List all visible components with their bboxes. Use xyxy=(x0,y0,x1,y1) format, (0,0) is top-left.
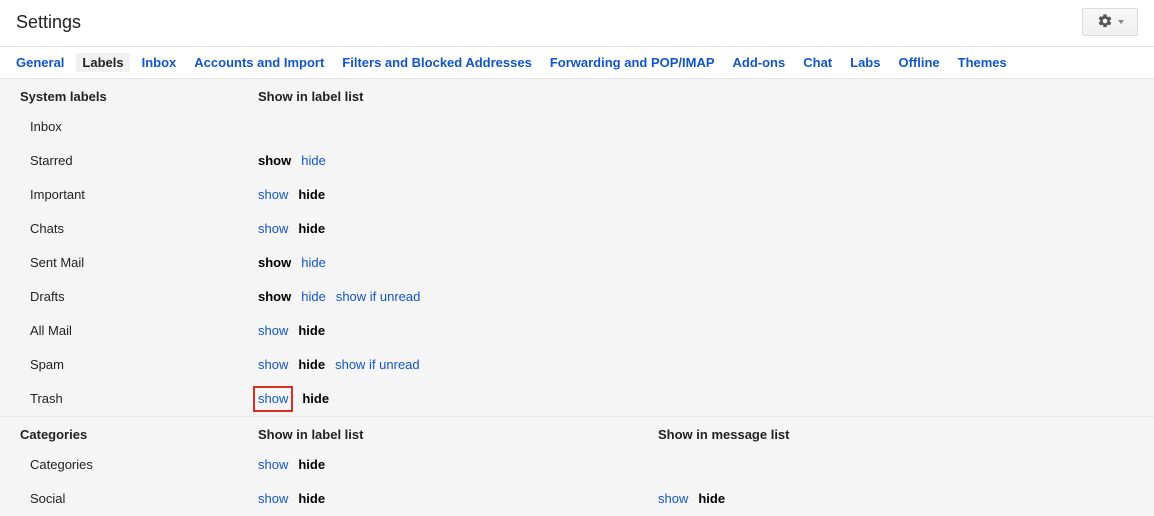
row-label-starred: Starred xyxy=(16,150,258,172)
show-trash[interactable]: show xyxy=(258,391,288,406)
row-actions-all-mail: show hide xyxy=(258,320,658,342)
row-actions-important: show hide xyxy=(258,184,658,206)
row-important: Importantshow hide xyxy=(0,178,1154,212)
row-actions-sent-mail: show hide xyxy=(258,252,658,274)
tab-inbox[interactable]: Inbox xyxy=(142,55,177,70)
row-label-chats: Chats xyxy=(16,218,258,240)
show-categories[interactable]: show xyxy=(258,454,288,476)
hide-categories: hide xyxy=(298,454,325,476)
row-drafts: Draftsshow hide show if unread xyxy=(0,280,1154,314)
row-msg-social: show hide xyxy=(658,488,1138,510)
gear-icon xyxy=(1097,13,1113,32)
tab-offline[interactable]: Offline xyxy=(898,55,939,70)
show-social[interactable]: show xyxy=(258,488,288,510)
row-trash: Trashshow hide xyxy=(0,382,1154,416)
row-msg-categories xyxy=(658,454,1138,476)
row-label-drafts: Drafts xyxy=(16,286,258,308)
show-sent-mail: show xyxy=(258,252,291,274)
show-important[interactable]: show xyxy=(258,184,288,206)
tabs: General Labels Inbox Accounts and Import Fil… xyxy=(0,47,1154,79)
tab-accounts-and-import[interactable]: Accounts and Import xyxy=(194,55,324,70)
tab-filters-and-blocked-addresses[interactable]: Filters and Blocked Addresses xyxy=(342,55,532,70)
hide-important: hide xyxy=(298,184,325,206)
row-label-inbox: Inbox xyxy=(16,116,258,138)
row-inbox: Inbox xyxy=(0,110,1154,144)
hide-trash: hide xyxy=(302,388,329,410)
hide-starred[interactable]: hide xyxy=(301,150,326,172)
row-label-social: Social xyxy=(16,488,258,510)
row-categories: Categoriesshow hide xyxy=(0,448,1154,482)
row-actions-starred: show hide xyxy=(258,150,658,172)
row-label-categories: Categories xyxy=(16,454,258,476)
page-title: Settings xyxy=(16,12,81,33)
hide-sent-mail[interactable]: hide xyxy=(301,252,326,274)
gear-button[interactable] xyxy=(1082,8,1138,36)
msg-show-social[interactable]: show xyxy=(658,488,688,510)
row-actions-spam: show hide show if unread xyxy=(258,354,658,376)
show-drafts: show xyxy=(258,286,291,308)
row-label-trash: Trash xyxy=(16,388,258,410)
tab-general[interactable]: General xyxy=(16,55,64,70)
show-starred: show xyxy=(258,150,291,172)
row-actions-social: show hide xyxy=(258,488,658,510)
column-header-show-msg-list: Show in message list xyxy=(658,427,1138,442)
tab-add-ons[interactable]: Add-ons xyxy=(733,55,786,70)
column-header-system-labels: System labels xyxy=(16,89,258,104)
row-actions-trash: show hide xyxy=(258,388,658,410)
column-header-categories: Categories xyxy=(16,427,258,442)
hide-drafts[interactable]: hide xyxy=(301,286,326,308)
hide-social: hide xyxy=(298,488,325,510)
row-label-important: Important xyxy=(16,184,258,206)
column-header-show-label-list-2: Show in label list xyxy=(258,427,658,442)
tab-themes[interactable]: Themes xyxy=(958,55,1007,70)
row-starred: Starredshow hide xyxy=(0,144,1154,178)
msg-hide-social: hide xyxy=(698,488,725,510)
row-label-all-mail: All Mail xyxy=(16,320,258,342)
row-all-mail: All Mailshow hide xyxy=(0,314,1154,348)
hide-spam: hide xyxy=(298,354,325,376)
row-social: Socialshowhideshowhide xyxy=(0,482,1154,516)
row-actions-drafts: show hide show if unread xyxy=(258,286,658,308)
show-if-unread-spam[interactable]: show if unread xyxy=(335,354,420,376)
show-spam[interactable]: show xyxy=(258,354,288,376)
tab-labels[interactable]: Labels xyxy=(76,53,129,72)
row-chats: Chatsshow hide xyxy=(0,212,1154,246)
row-spam: Spamshow hide show if unread xyxy=(0,348,1154,382)
show-chats[interactable]: show xyxy=(258,218,288,240)
hide-all-mail: hide xyxy=(298,320,325,342)
tab-chat[interactable]: Chat xyxy=(803,55,832,70)
column-header-show-label-list: Show in label list xyxy=(258,89,658,104)
chevron-down-icon xyxy=(1118,20,1124,24)
row-label-spam: Spam xyxy=(16,354,258,376)
tab-forwarding-and-pop-imap[interactable]: Forwarding and POP/IMAP xyxy=(550,55,715,70)
hide-chats: hide xyxy=(298,218,325,240)
show-all-mail[interactable]: show xyxy=(258,320,288,342)
tab-labs[interactable]: Labs xyxy=(850,55,880,70)
row-sent-mail: Sent Mailshow hide xyxy=(0,246,1154,280)
show-if-unread-drafts[interactable]: show if unread xyxy=(336,286,421,308)
section-header-categories: Categories Show in label list Show in me… xyxy=(0,416,1154,448)
row-label-sent-mail: Sent Mail xyxy=(16,252,258,274)
section-header-system-labels: System labels Show in label list xyxy=(0,79,1154,110)
row-actions-categories: show hide xyxy=(258,454,658,476)
show-trash-highlight: show xyxy=(253,386,293,412)
row-actions-inbox xyxy=(258,116,658,138)
row-actions-chats: show hide xyxy=(258,218,658,240)
